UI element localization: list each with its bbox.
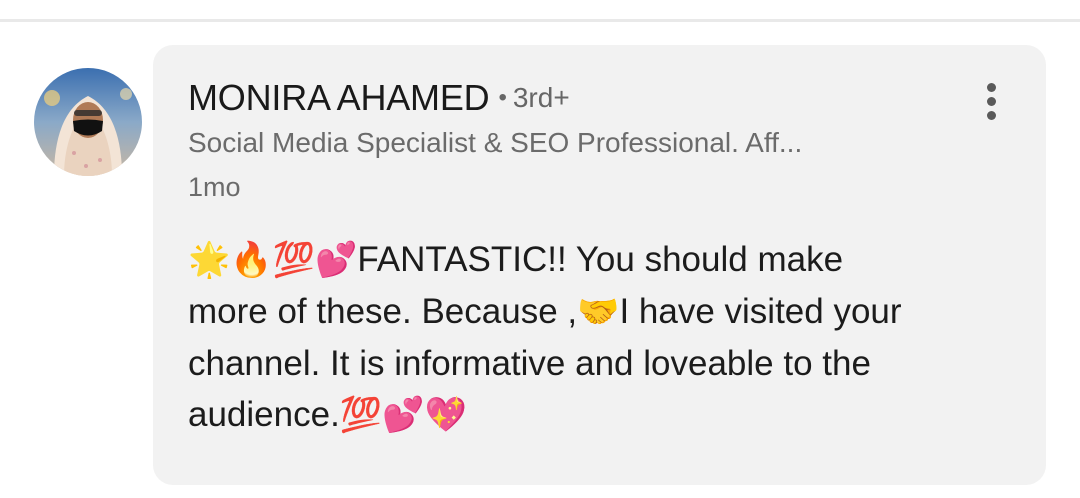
comment-line-4: audience.💯💕💖 <box>188 389 1008 441</box>
emoji-group-1: 🌟🔥💯💕 <box>188 240 358 280</box>
top-divider <box>0 19 1080 22</box>
comment-screen: MONIRA AHAMED • 3rd+ Social Media Specia… <box>0 0 1080 498</box>
comment-text-segment: audience. <box>188 395 340 434</box>
handshake-emoji: 🤝 <box>577 292 620 332</box>
author-name[interactable]: MONIRA AHAMED <box>188 77 490 119</box>
vertical-ellipsis-icon <box>987 83 996 92</box>
comment-text-segment: FANTASTIC!! You should make <box>357 240 844 279</box>
timestamp: 1mo <box>188 172 241 202</box>
author-row: MONIRA AHAMED • 3rd+ <box>188 76 570 120</box>
author-headline: Social Media Specialist & SEO Profession… <box>188 127 803 158</box>
vertical-ellipsis-dot <box>987 111 996 120</box>
separator-dot: • <box>498 84 507 111</box>
avatar[interactable] <box>34 68 142 176</box>
comment-text-segment: more of these. Because , <box>188 292 578 331</box>
comment-line-3: channel. It is informative and loveable … <box>188 338 1008 389</box>
vertical-ellipsis-dot <box>987 97 996 106</box>
comment-text-segment: I have visited your <box>619 292 902 331</box>
comment-text-segment: channel. It is informative and loveable … <box>188 344 871 383</box>
profile-photo-icon <box>34 68 142 176</box>
more-options-button[interactable] <box>976 80 1008 124</box>
connection-degree: 3rd+ <box>512 82 570 113</box>
comment-line-2: more of these. Because ,🤝I have visited … <box>188 286 1008 338</box>
comment-line-1: 🌟🔥💯💕FANTASTIC!! You should make <box>188 234 1008 286</box>
emoji-group-2: 💯💕💖 <box>339 395 467 435</box>
comment-text: 🌟🔥💯💕FANTASTIC!! You should make more of … <box>188 234 1008 441</box>
